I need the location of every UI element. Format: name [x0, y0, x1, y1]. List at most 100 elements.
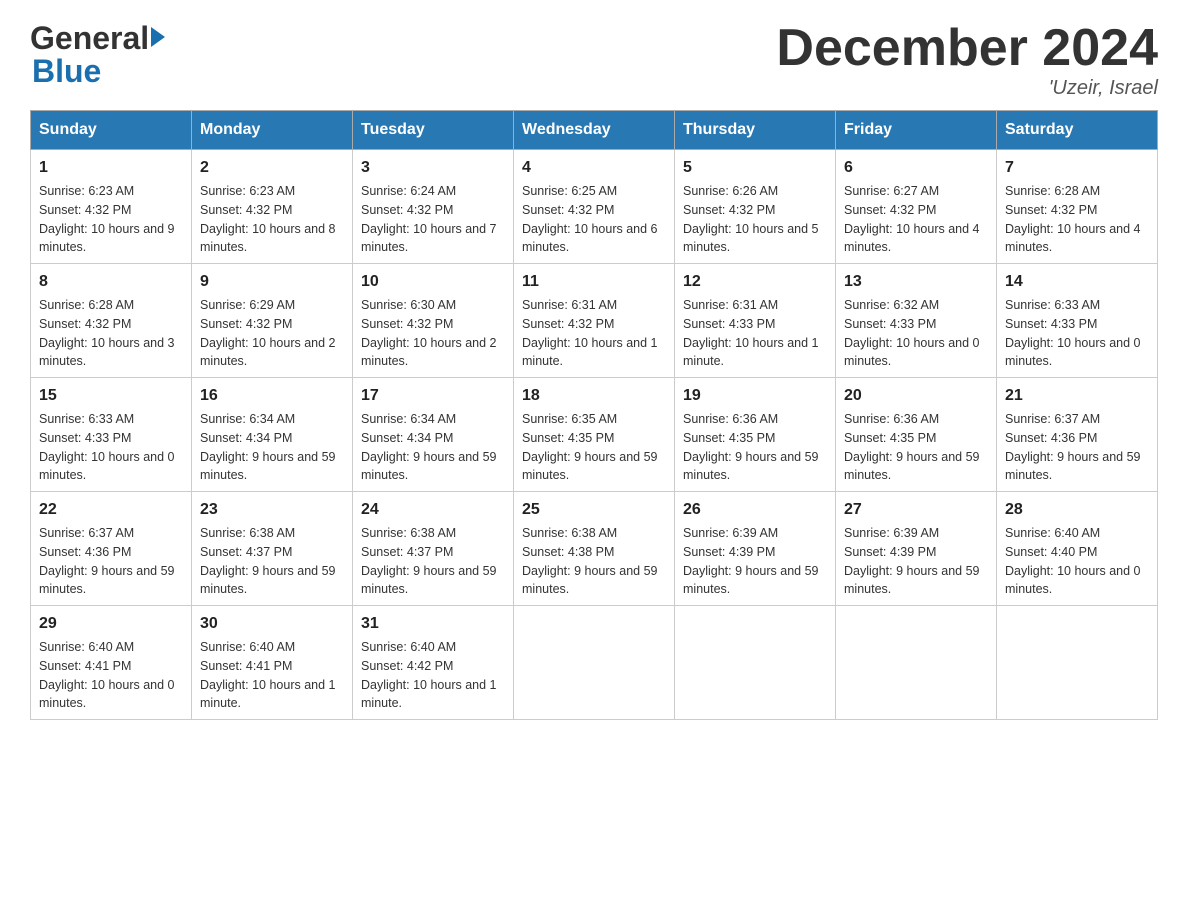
day-number: 3	[361, 156, 505, 180]
sunset-label: Sunset: 4:36 PM	[1005, 431, 1097, 445]
sunset-label: Sunset: 4:35 PM	[683, 431, 775, 445]
day-number: 23	[200, 498, 344, 522]
day-number: 14	[1005, 270, 1149, 294]
calendar-cell: 27 Sunrise: 6:39 AM Sunset: 4:39 PM Dayl…	[836, 492, 997, 606]
day-number: 24	[361, 498, 505, 522]
daylight-label: Daylight: 10 hours and 8 minutes.	[200, 222, 336, 255]
sunrise-label: Sunrise: 6:39 AM	[844, 526, 939, 540]
day-number: 21	[1005, 384, 1149, 408]
daylight-label: Daylight: 10 hours and 1 minute.	[361, 678, 497, 711]
sunset-label: Sunset: 4:38 PM	[522, 545, 614, 559]
sunset-label: Sunset: 4:34 PM	[361, 431, 453, 445]
sunrise-label: Sunrise: 6:29 AM	[200, 298, 295, 312]
logo: General Blue	[30, 20, 165, 90]
sunrise-label: Sunrise: 6:40 AM	[361, 640, 456, 654]
daylight-label: Daylight: 9 hours and 59 minutes.	[522, 564, 658, 597]
day-number: 30	[200, 612, 344, 636]
day-number: 4	[522, 156, 666, 180]
sunset-label: Sunset: 4:33 PM	[844, 317, 936, 331]
sunset-label: Sunset: 4:32 PM	[522, 317, 614, 331]
sunrise-label: Sunrise: 6:31 AM	[683, 298, 778, 312]
day-number: 7	[1005, 156, 1149, 180]
day-number: 29	[39, 612, 183, 636]
calendar-cell: 4 Sunrise: 6:25 AM Sunset: 4:32 PM Dayli…	[514, 150, 675, 264]
calendar-week-2: 8 Sunrise: 6:28 AM Sunset: 4:32 PM Dayli…	[31, 264, 1158, 378]
daylight-label: Daylight: 9 hours and 59 minutes.	[683, 450, 819, 483]
logo-text-general: General	[30, 20, 149, 57]
daylight-label: Daylight: 10 hours and 4 minutes.	[844, 222, 980, 255]
calendar-cell: 8 Sunrise: 6:28 AM Sunset: 4:32 PM Dayli…	[31, 264, 192, 378]
day-number: 11	[522, 270, 666, 294]
sunrise-label: Sunrise: 6:40 AM	[200, 640, 295, 654]
day-number: 12	[683, 270, 827, 294]
sunset-label: Sunset: 4:32 PM	[844, 203, 936, 217]
day-number: 28	[1005, 498, 1149, 522]
sunrise-label: Sunrise: 6:34 AM	[361, 412, 456, 426]
calendar-cell: 18 Sunrise: 6:35 AM Sunset: 4:35 PM Dayl…	[514, 378, 675, 492]
daylight-label: Daylight: 10 hours and 0 minutes.	[1005, 564, 1141, 597]
daylight-label: Daylight: 9 hours and 59 minutes.	[683, 564, 819, 597]
daylight-label: Daylight: 9 hours and 59 minutes.	[522, 450, 658, 483]
day-number: 13	[844, 270, 988, 294]
sunset-label: Sunset: 4:33 PM	[1005, 317, 1097, 331]
daylight-label: Daylight: 10 hours and 1 minute.	[200, 678, 336, 711]
sunrise-label: Sunrise: 6:26 AM	[683, 184, 778, 198]
calendar-cell: 10 Sunrise: 6:30 AM Sunset: 4:32 PM Dayl…	[353, 264, 514, 378]
logo-triangle-icon	[151, 27, 165, 47]
sunrise-label: Sunrise: 6:36 AM	[683, 412, 778, 426]
sunset-label: Sunset: 4:32 PM	[200, 203, 292, 217]
calendar-cell: 24 Sunrise: 6:38 AM Sunset: 4:37 PM Dayl…	[353, 492, 514, 606]
sunrise-label: Sunrise: 6:23 AM	[39, 184, 134, 198]
daylight-label: Daylight: 10 hours and 0 minutes.	[39, 678, 175, 711]
sunrise-label: Sunrise: 6:38 AM	[200, 526, 295, 540]
calendar-cell: 2 Sunrise: 6:23 AM Sunset: 4:32 PM Dayli…	[192, 150, 353, 264]
calendar-cell	[997, 606, 1158, 720]
day-number: 5	[683, 156, 827, 180]
calendar-cell: 30 Sunrise: 6:40 AM Sunset: 4:41 PM Dayl…	[192, 606, 353, 720]
day-number: 9	[200, 270, 344, 294]
sunset-label: Sunset: 4:36 PM	[39, 545, 131, 559]
sunset-label: Sunset: 4:37 PM	[200, 545, 292, 559]
sunset-label: Sunset: 4:39 PM	[683, 545, 775, 559]
daylight-label: Daylight: 9 hours and 59 minutes.	[844, 450, 980, 483]
sunrise-label: Sunrise: 6:24 AM	[361, 184, 456, 198]
sunrise-label: Sunrise: 6:35 AM	[522, 412, 617, 426]
calendar-cell: 13 Sunrise: 6:32 AM Sunset: 4:33 PM Dayl…	[836, 264, 997, 378]
sunrise-label: Sunrise: 6:37 AM	[1005, 412, 1100, 426]
sunrise-label: Sunrise: 6:39 AM	[683, 526, 778, 540]
daylight-label: Daylight: 10 hours and 6 minutes.	[522, 222, 658, 255]
weekday-header-tuesday: Tuesday	[353, 111, 514, 150]
sunrise-label: Sunrise: 6:28 AM	[39, 298, 134, 312]
calendar-cell: 16 Sunrise: 6:34 AM Sunset: 4:34 PM Dayl…	[192, 378, 353, 492]
calendar-week-1: 1 Sunrise: 6:23 AM Sunset: 4:32 PM Dayli…	[31, 150, 1158, 264]
sunrise-label: Sunrise: 6:38 AM	[361, 526, 456, 540]
sunrise-label: Sunrise: 6:25 AM	[522, 184, 617, 198]
day-number: 27	[844, 498, 988, 522]
daylight-label: Daylight: 10 hours and 0 minutes.	[39, 450, 175, 483]
sunset-label: Sunset: 4:41 PM	[200, 659, 292, 673]
calendar-cell: 1 Sunrise: 6:23 AM Sunset: 4:32 PM Dayli…	[31, 150, 192, 264]
day-number: 19	[683, 384, 827, 408]
daylight-label: Daylight: 9 hours and 59 minutes.	[361, 450, 497, 483]
month-title: December 2024	[776, 20, 1158, 77]
sunrise-label: Sunrise: 6:40 AM	[1005, 526, 1100, 540]
sunrise-label: Sunrise: 6:28 AM	[1005, 184, 1100, 198]
daylight-label: Daylight: 10 hours and 2 minutes.	[361, 336, 497, 369]
sunset-label: Sunset: 4:33 PM	[683, 317, 775, 331]
day-number: 16	[200, 384, 344, 408]
sunrise-label: Sunrise: 6:30 AM	[361, 298, 456, 312]
sunset-label: Sunset: 4:33 PM	[39, 431, 131, 445]
calendar-cell: 29 Sunrise: 6:40 AM Sunset: 4:41 PM Dayl…	[31, 606, 192, 720]
daylight-label: Daylight: 10 hours and 7 minutes.	[361, 222, 497, 255]
sunset-label: Sunset: 4:32 PM	[522, 203, 614, 217]
daylight-label: Daylight: 10 hours and 9 minutes.	[39, 222, 175, 255]
weekday-header-wednesday: Wednesday	[514, 111, 675, 150]
daylight-label: Daylight: 9 hours and 59 minutes.	[200, 564, 336, 597]
daylight-label: Daylight: 9 hours and 59 minutes.	[39, 564, 175, 597]
calendar-cell: 17 Sunrise: 6:34 AM Sunset: 4:34 PM Dayl…	[353, 378, 514, 492]
sunset-label: Sunset: 4:32 PM	[39, 203, 131, 217]
calendar-cell: 21 Sunrise: 6:37 AM Sunset: 4:36 PM Dayl…	[997, 378, 1158, 492]
calendar-cell: 19 Sunrise: 6:36 AM Sunset: 4:35 PM Dayl…	[675, 378, 836, 492]
sunrise-label: Sunrise: 6:23 AM	[200, 184, 295, 198]
sunrise-label: Sunrise: 6:34 AM	[200, 412, 295, 426]
